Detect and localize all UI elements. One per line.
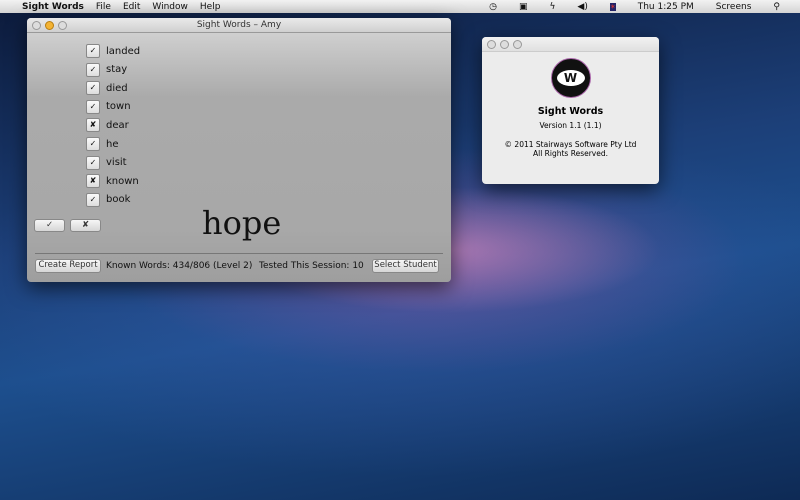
word-row: ✓ died: [86, 80, 128, 96]
word-label: book: [106, 194, 131, 206]
wrong-button[interactable]: ✘: [70, 219, 101, 232]
unknown-checkbox[interactable]: ✘: [86, 174, 100, 189]
about-app-name: Sight Words: [537, 106, 604, 117]
known-checkbox[interactable]: ✓: [86, 99, 100, 114]
word-row: ✓ book: [86, 192, 130, 208]
correct-button[interactable]: ✓: [34, 219, 65, 232]
word-label: stay: [106, 64, 128, 76]
word-label: he: [106, 138, 119, 150]
known-checkbox[interactable]: ✓: [86, 62, 100, 77]
power-icon[interactable]: ϟ: [549, 2, 555, 12]
known-checkbox[interactable]: ✓: [86, 44, 100, 58]
minimize-button[interactable]: [500, 40, 509, 49]
known-checkbox[interactable]: ✓: [86, 137, 100, 151]
current-word: hope: [202, 204, 282, 242]
menu-app[interactable]: Sight Words: [22, 2, 84, 12]
clock[interactable]: Thu 1:25 PM: [638, 2, 694, 12]
about-rights: All Rights Reserved.: [532, 149, 608, 158]
word-label: known: [106, 175, 139, 187]
known-checkbox[interactable]: ✓: [86, 81, 100, 96]
title-bar: Sight Words – Amy: [27, 18, 451, 33]
main-window: Sight Words – Amy ✓ landed ✓ stay ✓ died ✓ town…: [27, 18, 451, 282]
word-label: visit: [106, 157, 127, 169]
divider: [35, 253, 443, 254]
flag-icon[interactable]: ✶: [609, 2, 616, 11]
close-button[interactable]: [487, 40, 496, 49]
window-title: Sight Words – Amy: [196, 20, 282, 30]
input-icon[interactable]: ▣: [519, 2, 528, 12]
known-checkbox[interactable]: ✓: [86, 192, 100, 207]
known-checkbox[interactable]: ✓: [86, 155, 100, 170]
word-row: ✓ landed: [86, 43, 140, 59]
zoom-button[interactable]: [58, 21, 67, 30]
word-row: ✘ known: [86, 173, 139, 189]
word-row: ✓ town: [86, 99, 131, 115]
minimize-button[interactable]: [45, 21, 54, 30]
about-window: W Sight Words Version 1.1 (1.1) © 2011 S…: [482, 37, 659, 184]
word-label: landed: [106, 45, 141, 57]
spotlight-icon[interactable]: ⚲: [773, 2, 780, 12]
word-row: ✓ he: [86, 136, 119, 152]
tested-count: Tested This Session: 10: [259, 261, 364, 271]
about-copyright: © 2011 Stairways Software Pty Ltd: [504, 140, 637, 149]
word-label: town: [106, 101, 131, 113]
known-words: Known Words: 434/806 (Level 2): [106, 261, 253, 271]
menu-window[interactable]: Window: [152, 2, 188, 12]
menu-bar: Sight Words File Edit Window Help ◷ ▣ ϟ …: [0, 0, 800, 13]
select-student-button[interactable]: Select Student: [372, 259, 439, 273]
time-machine-icon[interactable]: ◷: [489, 2, 497, 12]
app-logo: W: [550, 58, 591, 98]
close-button[interactable]: [32, 21, 41, 30]
menu-file[interactable]: File: [96, 2, 111, 12]
user-menu[interactable]: Screens: [716, 2, 752, 12]
menu-edit[interactable]: Edit: [123, 2, 140, 12]
word-row: ✓ visit: [86, 155, 127, 171]
create-report-button[interactable]: Create Report: [35, 259, 101, 273]
about-version: Version 1.1 (1.1): [539, 121, 602, 130]
word-label: died: [106, 82, 128, 94]
volume-icon[interactable]: ◀): [577, 2, 587, 12]
word-label: dear: [106, 119, 129, 131]
word-row: ✓ stay: [86, 62, 127, 78]
zoom-button[interactable]: [513, 40, 522, 49]
unknown-checkbox[interactable]: ✘: [86, 118, 100, 133]
about-title-bar: [482, 37, 659, 52]
word-row: ✘ dear: [86, 117, 129, 133]
menu-help[interactable]: Help: [200, 2, 221, 12]
